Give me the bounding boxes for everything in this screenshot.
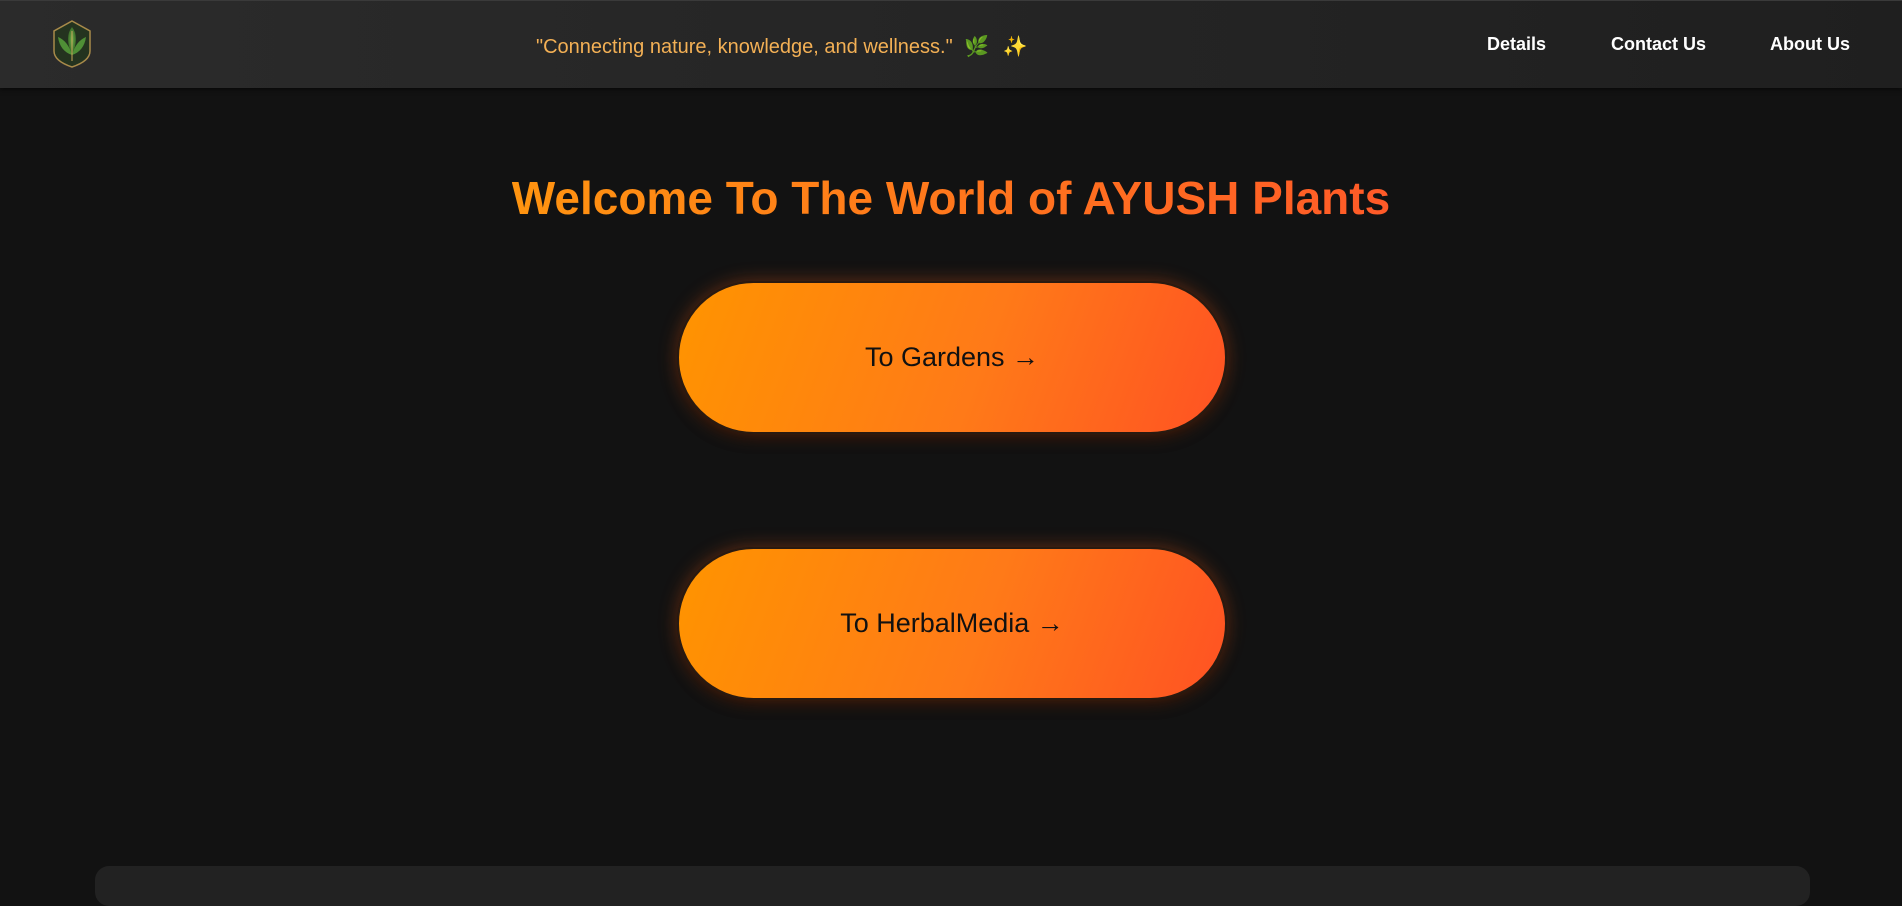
page-title-text: Welcome To The World of AYUSH Plants bbox=[511, 172, 1391, 224]
content-panel bbox=[95, 866, 1810, 906]
leaf-logo-icon[interactable] bbox=[48, 17, 96, 69]
herb-emoji-icon: 🌿 bbox=[964, 36, 990, 58]
sparkles-emoji-icon: ✨ bbox=[1002, 36, 1028, 58]
nav-details-link[interactable]: Details bbox=[1487, 34, 1546, 55]
nav-contact-link[interactable]: Contact Us bbox=[1611, 34, 1706, 55]
to-gardens-button[interactable]: To Gardens → bbox=[677, 281, 1227, 434]
to-herbalmedia-button[interactable]: To HerbalMedia → bbox=[677, 547, 1227, 700]
tagline-text: "Connecting nature, knowledge, and welln… bbox=[536, 36, 953, 58]
page-title: Welcome To The World of AYUSH Plants bbox=[0, 170, 1902, 226]
tagline: "Connecting nature, knowledge, and welln… bbox=[536, 34, 1028, 59]
nav-about-link[interactable]: About Us bbox=[1770, 34, 1850, 55]
navbar: "Connecting nature, knowledge, and welln… bbox=[0, 0, 1902, 88]
